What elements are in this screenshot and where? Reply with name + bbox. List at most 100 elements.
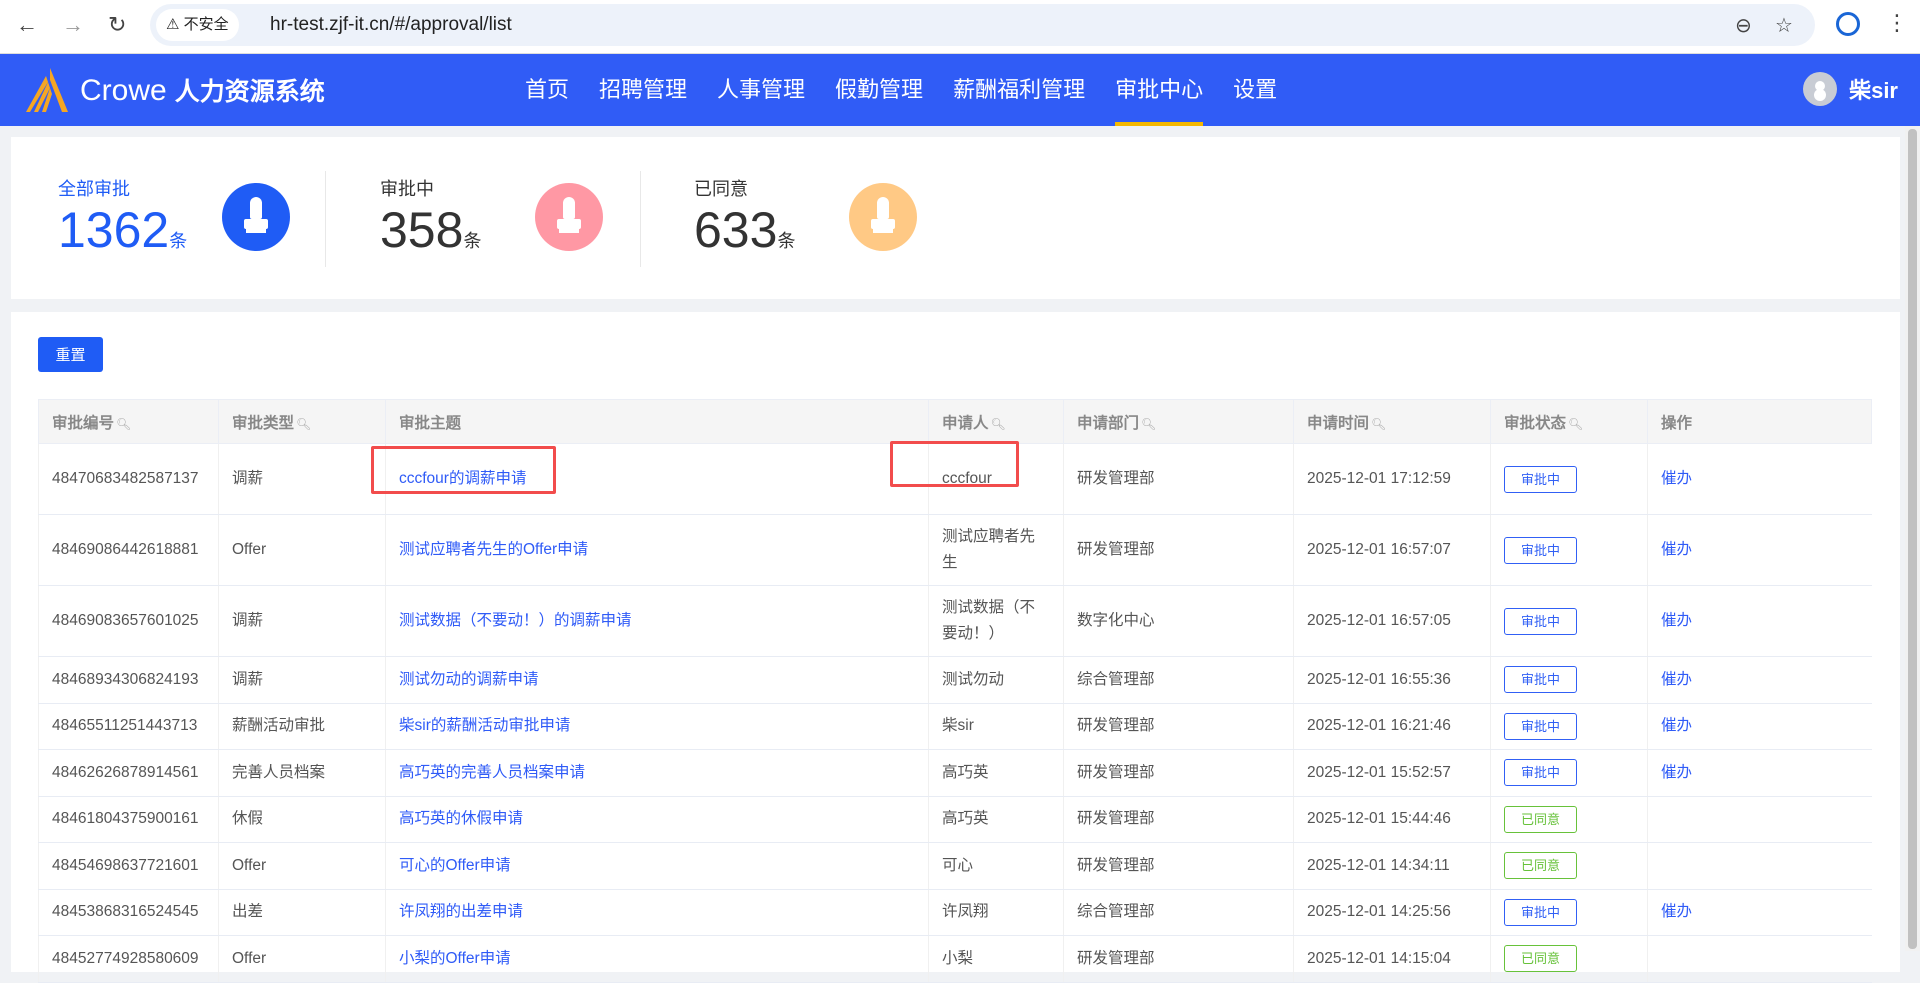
urge-button[interactable]: 催办 xyxy=(1661,612,1692,629)
cell-dept: 研发管理部 xyxy=(1063,796,1294,843)
search-icon[interactable]: 🔍︎ xyxy=(296,417,311,431)
subject-link[interactable]: 高巧英的休假申请 xyxy=(399,810,523,827)
column-header[interactable]: 申请时间 🔍︎ xyxy=(1293,399,1491,444)
cell-action xyxy=(1647,796,1872,843)
subject-link[interactable]: 高巧英的完善人员档案申请 xyxy=(399,764,585,781)
status-badge: 审批中 xyxy=(1504,712,1577,740)
subject-link[interactable]: 测试勿动的调薪申请 xyxy=(399,671,539,688)
table-row: 48454698637721601 Offer 可心的Offer申请 可心 研发管理部 2… xyxy=(38,842,1872,890)
nav-home[interactable]: 首页 xyxy=(525,54,569,126)
column-header[interactable]: 申请人 🔍︎ xyxy=(928,399,1064,444)
column-header[interactable]: 审批编号 🔍︎ xyxy=(38,399,219,444)
search-icon[interactable]: 🔍︎ xyxy=(116,417,131,431)
back-button[interactable]: ← xyxy=(16,12,38,38)
cell-subject: 柴sir的薪酬活动审批申请 xyxy=(385,703,929,750)
url-text[interactable]: hr-test.zjf-it.cn/#/approval/list xyxy=(270,4,512,46)
time-text: 2025-12-01 16:21:46 xyxy=(1307,717,1451,735)
urge-button[interactable]: 催办 xyxy=(1661,470,1692,487)
nav-approval[interactable]: 审批中心 xyxy=(1115,54,1204,126)
more-menu-icon[interactable]: ⋮ xyxy=(1886,10,1908,36)
type-text: 调薪 xyxy=(232,670,264,688)
dept-text: 研发管理部 xyxy=(1077,470,1155,487)
column-label: 审批状态 xyxy=(1504,414,1567,432)
user-menu[interactable]: 柴sir xyxy=(1803,72,1898,106)
cell-type: 薪酬活动审批 xyxy=(218,703,386,750)
reset-button[interactable]: 重置 xyxy=(38,337,103,372)
cell-action: 催办 xyxy=(1647,585,1872,657)
reload-button[interactable]: ↻ xyxy=(108,12,126,38)
subject-link[interactable]: 许凤翔的出差申请 xyxy=(399,903,523,920)
stat-value: 633 xyxy=(694,202,778,258)
type-text: Offer xyxy=(232,856,267,874)
nav-settings[interactable]: 设置 xyxy=(1233,54,1277,126)
cell-subject: 高巧英的完善人员档案申请 xyxy=(385,749,929,797)
table-row: 48461804375900161 休假 高巧英的休假申请 高巧英 研发管理部 2025-… xyxy=(38,796,1872,843)
urge-button[interactable]: 催办 xyxy=(1661,717,1692,734)
stat-unit: 条 xyxy=(777,231,796,251)
urge-button[interactable]: 催办 xyxy=(1661,764,1692,781)
column-header[interactable]: 操作 xyxy=(1647,399,1872,444)
search-icon[interactable]: 🔍︎ xyxy=(1371,417,1386,431)
cell-type: 休假 xyxy=(218,796,386,843)
nav-attendance[interactable]: 假勤管理 xyxy=(835,54,923,126)
status-badge: 审批中 xyxy=(1504,898,1577,926)
subject-link[interactable]: 测试应聘者先生的Offer申请 xyxy=(399,541,588,558)
time-text: 2025-12-01 14:25:56 xyxy=(1307,903,1451,921)
search-icon[interactable]: 🔍︎ xyxy=(991,417,1006,431)
address-bar[interactable]: ⚠ 不安全 hr-test.zjf-it.cn/#/approval/list … xyxy=(150,4,1815,46)
urge-button[interactable]: 催办 xyxy=(1661,671,1692,688)
cell-type: Offer xyxy=(218,842,386,890)
column-header[interactable]: 审批主题 xyxy=(385,399,929,444)
subject-link[interactable]: 测试数据（不要动！）的调薪申请 xyxy=(399,612,632,629)
time-text: 2025-12-01 16:57:07 xyxy=(1307,541,1451,558)
subject-link[interactable]: 可心的Offer申请 xyxy=(399,857,511,874)
nav-recruit[interactable]: 招聘管理 xyxy=(599,54,687,126)
column-header[interactable]: 审批状态 🔍︎ xyxy=(1490,399,1648,444)
cell-status: 审批中 xyxy=(1490,443,1648,515)
scrollbar[interactable] xyxy=(1905,126,1920,951)
cell-type: 调薪 xyxy=(218,585,386,657)
cell-dept: 研发管理部 xyxy=(1063,703,1294,750)
profile-icon[interactable] xyxy=(1836,12,1860,36)
applicant-text: 小梨 xyxy=(942,949,974,967)
forward-button[interactable]: → xyxy=(62,12,84,38)
stat-approved[interactable]: 已同意 633条 xyxy=(694,175,994,265)
security-indicator[interactable]: ⚠ 不安全 xyxy=(156,9,239,41)
cell-action: 催办 xyxy=(1647,889,1872,936)
dept-text: 数字化中心 xyxy=(1077,612,1155,629)
nav-payroll[interactable]: 薪酬福利管理 xyxy=(953,54,1085,126)
search-icon[interactable]: 🔍︎ xyxy=(1568,417,1583,431)
cell-id: 48461804375900161 xyxy=(38,796,219,843)
column-header[interactable]: 审批类型 🔍︎ xyxy=(218,399,386,444)
stat-value: 1362 xyxy=(58,202,170,258)
status-badge: 审批中 xyxy=(1504,759,1577,787)
browser-toolbar: ← → ↻ ⚠ 不安全 hr-test.zjf-it.cn/#/approval… xyxy=(0,0,1920,54)
stat-all[interactable]: 全部审批 1362条 xyxy=(58,175,358,265)
status-badge: 已同意 xyxy=(1504,805,1577,833)
id-text: 48468934306824193 xyxy=(52,670,199,688)
highlight-box xyxy=(890,441,1019,487)
column-header[interactable]: 申请部门 🔍︎ xyxy=(1063,399,1294,444)
urge-button[interactable]: 催办 xyxy=(1661,903,1692,920)
stamp-icon xyxy=(535,183,603,251)
stat-pending[interactable]: 审批中 358条 xyxy=(380,175,680,265)
urge-button[interactable]: 催办 xyxy=(1661,541,1692,558)
subject-link[interactable]: 柴sir的薪酬活动审批申请 xyxy=(399,717,570,734)
cell-subject: 小梨的Offer申请 xyxy=(385,935,929,983)
time-text: 2025-12-01 16:57:05 xyxy=(1307,612,1451,629)
star-icon[interactable]: ☆ xyxy=(1775,13,1793,38)
cell-dept: 研发管理部 xyxy=(1063,514,1294,586)
search-icon[interactable]: 🔍︎ xyxy=(1141,417,1156,431)
subject-link[interactable]: 小梨的Offer申请 xyxy=(399,950,511,967)
stat-unit: 条 xyxy=(169,231,188,251)
id-text: 48453868316524545 xyxy=(52,903,199,921)
nav-personnel[interactable]: 人事管理 xyxy=(717,54,805,126)
table-row: 48462626878914561 完善人员档案 高巧英的完善人员档案申请 高巧英 研发… xyxy=(38,749,1872,797)
brand: Crowe 人力资源系统 xyxy=(80,72,325,108)
dept-text: 综合管理部 xyxy=(1077,670,1155,688)
zoom-out-icon[interactable]: ⊖ xyxy=(1735,13,1752,38)
cell-action: 催办 xyxy=(1647,656,1872,704)
id-text: 48454698637721601 xyxy=(52,856,199,874)
cell-applicant: 高巧英 xyxy=(928,749,1064,797)
cell-type: 调薪 xyxy=(218,656,386,704)
